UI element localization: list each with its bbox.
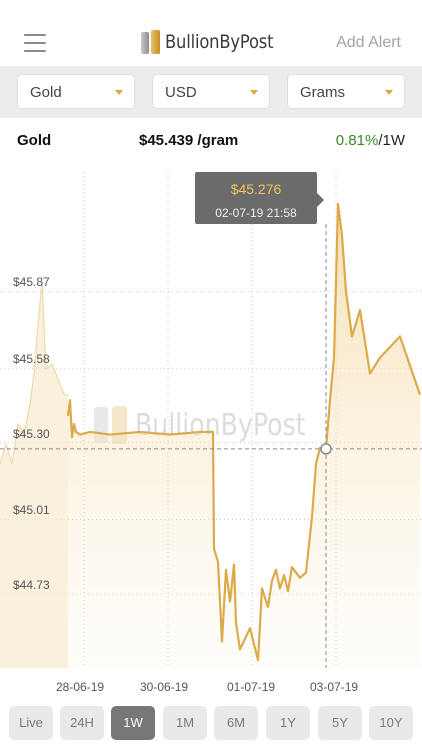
range-button-1m[interactable]: 1M: [163, 706, 207, 740]
price-chart[interactable]: [0, 164, 422, 704]
menu-line: [24, 34, 46, 36]
price-value: $45.439: [139, 132, 194, 149]
range-selector: Live 24H 1W 1M 6M 1Y 5Y 10Y: [0, 704, 422, 750]
range-button-10y[interactable]: 10Y: [369, 706, 413, 740]
change-percent: 0.81%: [335, 132, 379, 149]
menu-line: [24, 50, 46, 52]
currency-select-value: USD: [165, 84, 197, 101]
y-tick-label: $45.01: [13, 503, 50, 518]
price-summary: Gold $45.439 /gram 0.81%/1W: [0, 118, 422, 164]
unit-select[interactable]: Grams: [287, 74, 405, 109]
filter-bar: Gold USD Grams: [0, 66, 422, 118]
price-area: [68, 203, 420, 668]
prior-period-area: [0, 282, 68, 668]
chevron-down-icon: [250, 90, 258, 95]
metal-select-value: Gold: [30, 84, 62, 101]
add-alert-button[interactable]: Add Alert: [336, 34, 401, 52]
unit-select-value: Grams: [300, 84, 345, 101]
range-button-1w[interactable]: 1W: [111, 706, 155, 740]
hamburger-menu-icon[interactable]: [24, 32, 46, 52]
chart-tooltip: $45.276 02-07-19 21:58: [195, 172, 324, 224]
silver-bar-icon: [141, 32, 149, 54]
summary-price: $45.439 /gram: [139, 132, 238, 149]
y-tick-label: $45.30: [13, 426, 50, 441]
brand-name: BullionByPost: [165, 31, 274, 53]
tooltip-value: $45.276: [230, 181, 282, 197]
currency-select[interactable]: USD: [152, 74, 270, 109]
range-button-24h[interactable]: 24H: [60, 706, 104, 740]
crosshair-point: [320, 443, 332, 455]
metal-select[interactable]: Gold: [17, 74, 135, 109]
brand-logo: BullionByPost: [141, 28, 291, 56]
bullion-bars-icon: [141, 30, 160, 54]
gold-bar-icon: [151, 30, 160, 54]
x-tick-label: 28-06-19: [56, 680, 105, 694]
price-unit: /gram: [197, 132, 239, 149]
price-chart-svg: [0, 172, 422, 668]
app-header: BullionByPost Add Alert: [0, 0, 422, 66]
range-button-1y[interactable]: 1Y: [266, 706, 310, 740]
chevron-down-icon: [385, 90, 393, 95]
menu-line: [24, 42, 46, 44]
summary-change: 0.81%/1W: [336, 132, 405, 149]
x-tick-label: 03-07-19: [310, 680, 359, 694]
summary-metal: Gold: [17, 132, 52, 149]
range-button-5y[interactable]: 5Y: [318, 706, 362, 740]
y-tick-label: $44.73: [13, 577, 50, 592]
tooltip-time: 02-07-19 21:58: [215, 206, 297, 220]
y-tick-label: $45.87: [13, 275, 50, 290]
x-tick-label: 01-07-19: [227, 680, 276, 694]
x-tick-label: 30-06-19: [140, 680, 189, 694]
range-button-6m[interactable]: 6M: [214, 706, 258, 740]
range-button-live[interactable]: Live: [9, 706, 53, 740]
chevron-down-icon: [115, 90, 123, 95]
change-period: /1W: [378, 132, 405, 149]
y-tick-label: $45.58: [13, 352, 50, 367]
